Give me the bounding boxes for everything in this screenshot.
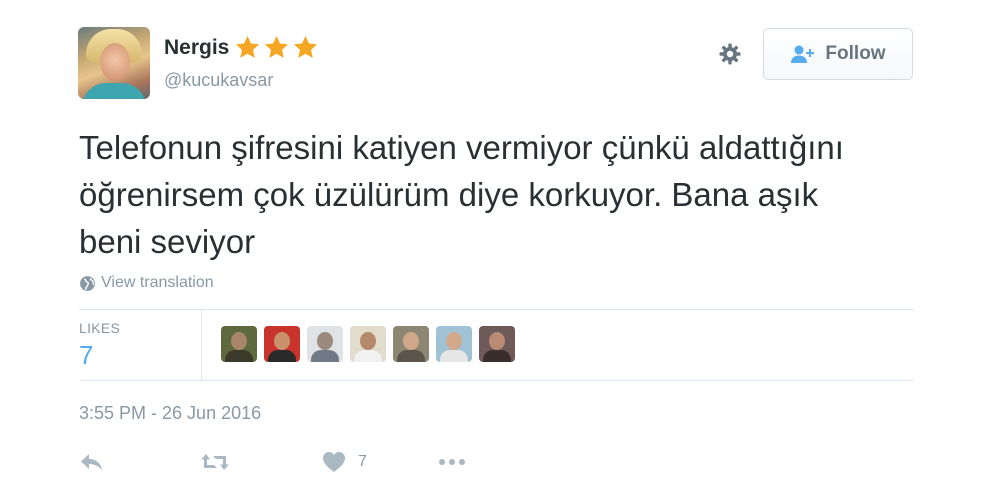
avatar-shoulder xyxy=(82,83,146,99)
likes-stat[interactable]: LIKES 7 xyxy=(79,310,201,380)
follow-button-label: Follow xyxy=(825,43,886,64)
add-user-icon xyxy=(791,45,815,63)
more-button[interactable] xyxy=(438,449,466,475)
tweet-timestamp[interactable]: 3:55 PM - 26 Jun 2016 xyxy=(79,403,261,424)
liker-avatar[interactable] xyxy=(221,326,257,362)
follow-button[interactable]: Follow xyxy=(763,28,913,80)
star-badges xyxy=(234,34,319,61)
liker-avatar[interactable] xyxy=(307,326,343,362)
gear-icon xyxy=(719,43,741,65)
reply-button[interactable] xyxy=(79,449,105,475)
tweet-text: Telefonun şifresini katiyen vermiyor çün… xyxy=(79,129,844,260)
view-translation-link[interactable]: View translation xyxy=(79,274,214,292)
heart-icon xyxy=(323,452,345,472)
stats-separator xyxy=(201,310,202,380)
globe-icon xyxy=(80,275,95,291)
user-name-row: Nergis xyxy=(164,34,319,61)
star-icon xyxy=(236,36,260,58)
user-name[interactable]: Nergis xyxy=(164,36,229,60)
tweet-stats: LIKES 7 xyxy=(79,310,914,380)
settings-button[interactable] xyxy=(717,41,743,67)
avatar-face xyxy=(100,43,130,81)
view-translation-label: View translation xyxy=(101,274,214,291)
star-icon xyxy=(294,36,318,58)
likes-count: 7 xyxy=(79,340,94,370)
reply-icon xyxy=(81,454,102,470)
like-button[interactable]: 7 xyxy=(322,449,367,475)
likes-label: LIKES xyxy=(79,320,121,336)
retweet-button[interactable] xyxy=(200,449,230,475)
liker-avatar[interactable] xyxy=(393,326,429,362)
liker-avatar[interactable] xyxy=(264,326,300,362)
retweet-icon xyxy=(201,454,229,470)
like-count: 7 xyxy=(358,453,367,470)
liker-avatar[interactable] xyxy=(479,326,515,362)
user-handle[interactable]: @kucukavsar xyxy=(164,70,273,91)
liker-avatar[interactable] xyxy=(350,326,386,362)
tweet-actions: 7 xyxy=(79,449,499,475)
avatar[interactable] xyxy=(78,27,150,99)
more-icon xyxy=(439,459,465,465)
liker-avatars xyxy=(221,326,515,362)
star-icon xyxy=(265,36,289,58)
liker-avatar[interactable] xyxy=(436,326,472,362)
stats-bottom-divider xyxy=(79,380,914,381)
